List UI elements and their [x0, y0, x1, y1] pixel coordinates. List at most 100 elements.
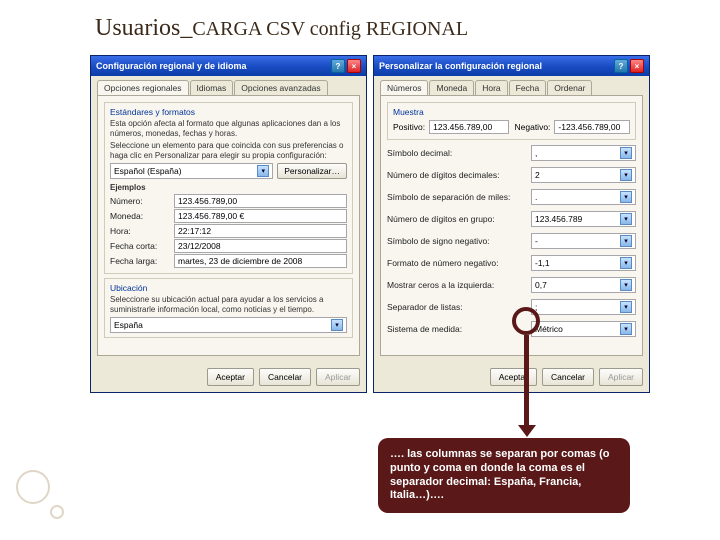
- neg-label: Negativo:: [515, 122, 551, 132]
- ex-sdate-label: Fecha corta:: [110, 241, 170, 251]
- help-button[interactable]: ?: [331, 59, 345, 73]
- ex-num-label: Número:: [110, 196, 170, 206]
- location-note: Seleccione su ubicación actual para ayud…: [110, 295, 347, 314]
- titlebar-1-text: Configuración regional y de idioma: [96, 61, 247, 71]
- callout-box: …. las columnas se separan por comas (o …: [378, 438, 630, 513]
- chevron-down-icon: ▾: [620, 191, 632, 203]
- group-standards: Estándares y formatos Esta opción afecta…: [104, 102, 353, 274]
- apply-button[interactable]: Aplicar: [316, 368, 360, 386]
- bottom-buttons-1: Aceptar Cancelar Aplicar: [91, 362, 366, 392]
- titlebar-2-text: Personalizar la configuración regional: [379, 61, 542, 71]
- r6-label: Formato de número negativo:: [387, 258, 527, 268]
- group-sample-title: Muestra: [393, 107, 630, 117]
- close-button[interactable]: ×: [347, 59, 361, 73]
- tab-regional-options[interactable]: Opciones regionales: [97, 80, 189, 95]
- ex-sdate: 23/12/2008: [174, 239, 347, 253]
- list-separator-dropdown[interactable]: ;▾: [531, 299, 636, 315]
- group-location-title: Ubicación: [110, 283, 347, 293]
- tab-sort[interactable]: Ordenar: [547, 80, 592, 95]
- title-main: Usuarios_: [95, 15, 192, 41]
- help-button[interactable]: ?: [614, 59, 628, 73]
- r7-val: 0,7: [535, 280, 547, 290]
- chevron-down-icon: ▾: [620, 279, 632, 291]
- chevron-down-icon: ▾: [620, 213, 632, 225]
- ok-button[interactable]: Aceptar: [207, 368, 254, 386]
- r7-label: Mostrar ceros a la izquierda:: [387, 280, 527, 290]
- pos-value: 123.456.789,00: [429, 120, 508, 134]
- ex-time: 22:17:12: [174, 224, 347, 238]
- tab-date[interactable]: Fecha: [509, 80, 547, 95]
- decimal-digits-dropdown[interactable]: 2▾: [531, 167, 636, 183]
- locale-dropdown[interactable]: Español (España) ▾: [110, 163, 273, 179]
- pos-label: Positivo:: [393, 122, 425, 132]
- ex-time-label: Hora:: [110, 226, 170, 236]
- titlebar-2[interactable]: Personalizar la configuración regional ?…: [374, 56, 649, 76]
- group-location: Ubicación Seleccione su ubicación actual…: [104, 278, 353, 338]
- r5-val: -: [535, 236, 538, 246]
- r3-label: Símbolo de separación de miles:: [387, 192, 527, 202]
- ex-ldate-label: Fecha larga:: [110, 256, 170, 266]
- chevron-down-icon: ▾: [620, 169, 632, 181]
- tab-currency[interactable]: Moneda: [429, 80, 474, 95]
- cancel-button[interactable]: Cancelar: [259, 368, 311, 386]
- slide-title: Usuarios_CARGA CSV config REGIONAL: [95, 15, 468, 42]
- negative-format-dropdown[interactable]: -1,1 ▾: [531, 255, 636, 271]
- r2-label: Número de dígitos decimales:: [387, 170, 527, 180]
- leading-zeros-dropdown[interactable]: 0,7 ▾: [531, 277, 636, 293]
- callout-connector: [524, 335, 529, 427]
- country-value: España: [114, 320, 143, 330]
- decimal-symbol-dropdown[interactable]: ,▾: [531, 145, 636, 161]
- customize-button[interactable]: Personalizar…: [277, 163, 347, 179]
- callout-ring: [512, 307, 540, 335]
- examples-title: Ejemplos: [110, 183, 347, 193]
- chevron-down-icon: ▾: [257, 165, 269, 177]
- chevron-down-icon: ▾: [620, 301, 632, 313]
- group-sample: Muestra Positivo: 123.456.789,00 Negativo…: [387, 102, 636, 140]
- standards-note-1: Esta opción afecta al formato que alguna…: [110, 119, 347, 138]
- neg-value: -123.456.789,00: [554, 120, 630, 134]
- r5-label: Símbolo de signo negativo:: [387, 236, 527, 246]
- tab-numbers[interactable]: Números: [380, 80, 428, 95]
- digit-group-dropdown[interactable]: 123.456.789 ▾: [531, 211, 636, 227]
- bottom-buttons-2: Aceptar Cancelar Aplicar: [374, 362, 649, 392]
- arrow-down-icon: [518, 425, 536, 437]
- cancel-button[interactable]: Cancelar: [542, 368, 594, 386]
- window-customize-regional: Personalizar la configuración regional ?…: [373, 55, 650, 393]
- group-standards-title: Estándares y formatos: [110, 107, 347, 117]
- ex-ldate: martes, 23 de diciembre de 2008: [174, 254, 347, 268]
- country-dropdown[interactable]: España ▾: [110, 317, 347, 333]
- locale-value: Español (España): [114, 166, 182, 176]
- chevron-down-icon: ▾: [620, 147, 632, 159]
- thousands-sep-dropdown[interactable]: .▾: [531, 189, 636, 205]
- ex-cur-label: Moneda:: [110, 211, 170, 221]
- r4-val: 123.456.789: [535, 214, 582, 224]
- decorative-circle: [16, 470, 50, 504]
- tab-languages[interactable]: Idiomas: [190, 80, 234, 95]
- chevron-down-icon: ▾: [620, 257, 632, 269]
- close-button[interactable]: ×: [630, 59, 644, 73]
- r3-val: .: [535, 192, 537, 202]
- r8-label: Separador de listas:: [387, 302, 527, 312]
- apply-button[interactable]: Aplicar: [599, 368, 643, 386]
- r2-val: 2: [535, 170, 540, 180]
- r6-val: -1,1: [535, 258, 550, 268]
- chevron-down-icon: ▾: [331, 319, 343, 331]
- tabs-1: Opciones regionales Idiomas Opciones ava…: [91, 76, 366, 95]
- titlebar-1[interactable]: Configuración regional y de idioma ? ×: [91, 56, 366, 76]
- negative-sign-dropdown[interactable]: -▾: [531, 233, 636, 249]
- panel-1: Estándares y formatos Esta opción afecta…: [97, 95, 360, 356]
- title-sub: CARGA CSV config REGIONAL: [192, 18, 468, 40]
- ex-cur: 123.456.789,00 €: [174, 209, 347, 223]
- standards-note-2: Seleccione un elemento para que coincida…: [110, 141, 347, 160]
- measurement-dropdown[interactable]: Métrico▾: [531, 321, 636, 337]
- tab-advanced[interactable]: Opciones avanzadas: [234, 80, 327, 95]
- chevron-down-icon: ▾: [620, 323, 632, 335]
- tabs-2: Números Moneda Hora Fecha Ordenar: [374, 76, 649, 95]
- ok-button[interactable]: Aceptar: [490, 368, 537, 386]
- window-regional-settings: Configuración regional y de idioma ? × O…: [90, 55, 367, 393]
- r1-val: ,: [535, 148, 537, 158]
- r4-label: Número de dígitos en grupo:: [387, 214, 527, 224]
- tab-time[interactable]: Hora: [475, 80, 507, 95]
- decorative-circle: [50, 505, 64, 519]
- ex-num: 123.456.789,00: [174, 194, 347, 208]
